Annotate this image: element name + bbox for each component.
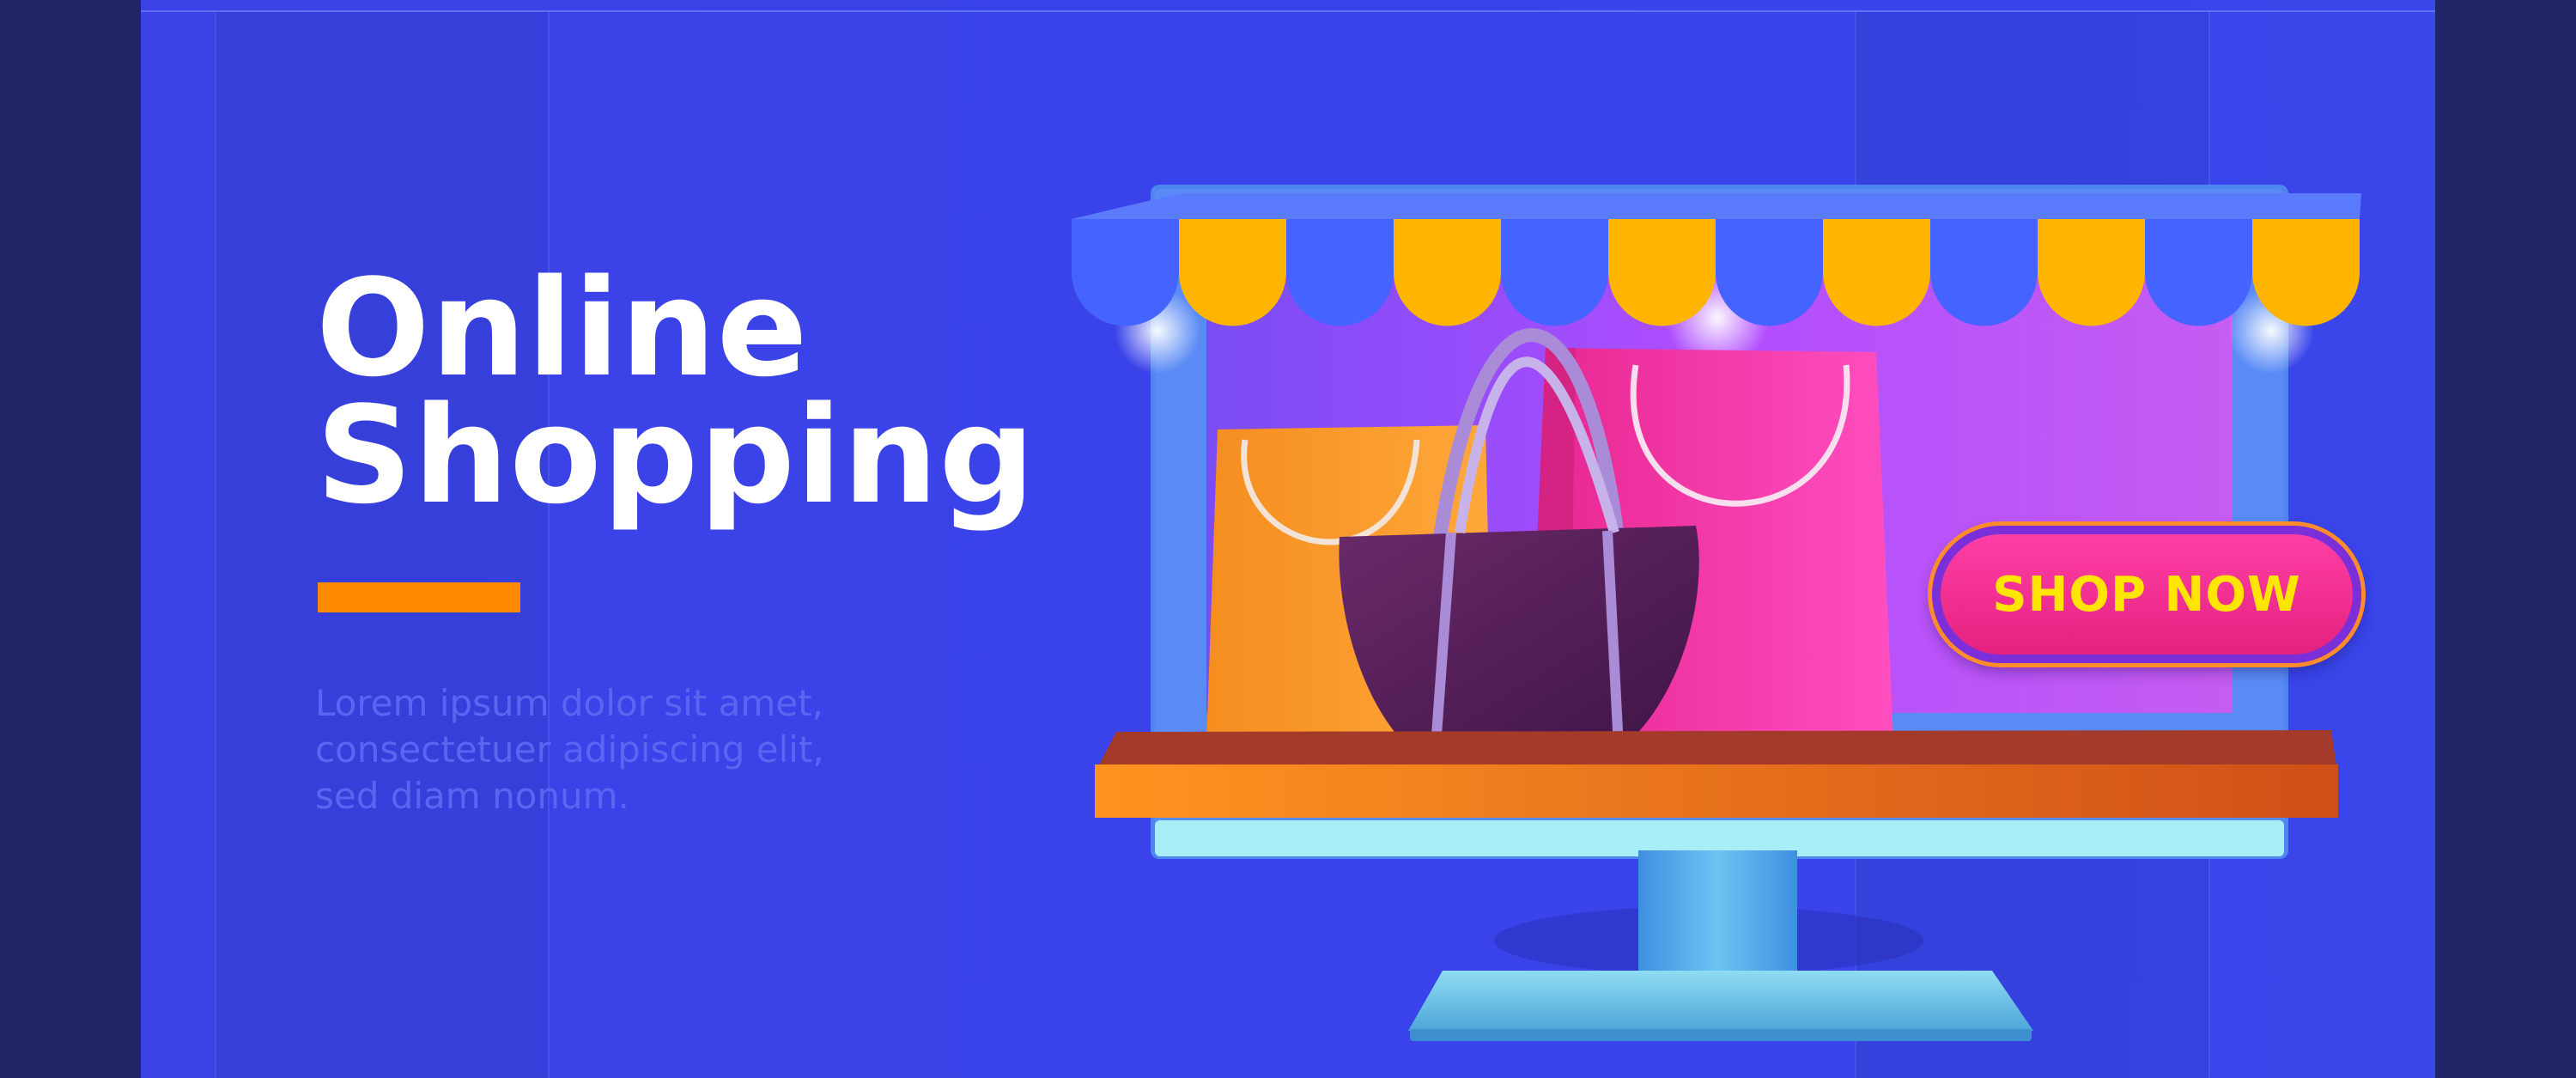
shop-now-button[interactable]: SHOP NOW	[1932, 526, 2361, 663]
display-shelf	[1095, 730, 2338, 818]
shop-now-label: SHOP NOW	[1992, 566, 2301, 623]
hero-banner: Online Shopping Lorem ipsum dolor sit am…	[0, 0, 2576, 1078]
